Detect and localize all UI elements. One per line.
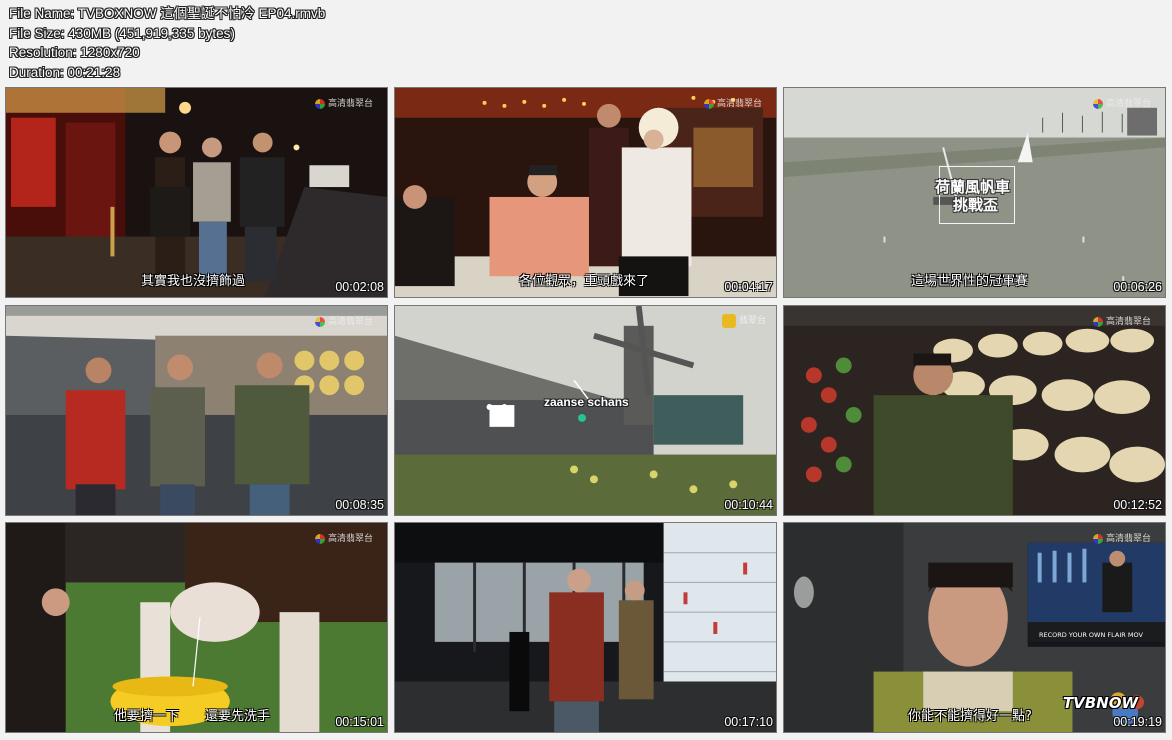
thumbnail-9[interactable]: RECORD YOUR OWN FLAIR MOV 高清翡翠台 TVBNOW 你… [783, 522, 1166, 733]
subtitle-text: 其實我也沒擠飾過 [141, 274, 246, 289]
thumbnail-6[interactable]: 高清翡翠台 00:12:52 [783, 305, 1166, 516]
scene-wooden-clogs [784, 306, 1165, 515]
subtitle-text: 這場世界性的冠軍賽 [911, 274, 1029, 289]
scene-milking-cow [6, 523, 387, 732]
channel-logo: 高清翡翠台 [314, 531, 373, 544]
timestamp-label: 00:10:44 [724, 498, 773, 512]
thumbnail-3[interactable]: 荷蘭風帆車 挑戰盃 高清翡翠台 這場世界性的冠軍賽 00:06:26 [783, 87, 1166, 298]
timestamp-label: 00:04:17 [724, 280, 773, 294]
scene-restaurant [395, 88, 776, 297]
thumbnail-1[interactable]: 高清翡翠台 其實我也沒擠飾過 00:02:08 [5, 87, 388, 298]
scene-street-night [6, 88, 387, 297]
file-info-block: File Name: TVBOXNOW 這個聖誕不怕冷 EP04.rmvb Fi… [9, 4, 325, 82]
tvb-logo-icon [314, 98, 325, 109]
resolution-label: Resolution: 1280x720 [9, 45, 140, 60]
scene-windmill [395, 306, 776, 515]
thumbnail-2[interactable]: 高清翡翠台 各位觀眾，重頭戲來了 00:04:17 [394, 87, 777, 298]
channel-logo: 高清翡翠台 [1092, 314, 1151, 327]
tvbnow-watermark: TVBNOW [1062, 694, 1138, 712]
thumbnail-8[interactable]: 00:17:10 [394, 522, 777, 733]
channel-logo: 高清翡翠台 [314, 96, 373, 109]
tvb-logo-icon [314, 533, 325, 544]
file-size-label: File Size: 430MB (451,919,335 bytes) [9, 25, 235, 41]
tvb-logo-icon [1092, 98, 1103, 109]
scene-bar-interior [395, 523, 776, 732]
tvb-logo-icon [314, 316, 325, 327]
timestamp-label: 00:12:52 [1113, 498, 1162, 512]
channel-logo: 高清翡翠台 [314, 314, 373, 327]
timestamp-label: 00:08:35 [335, 498, 384, 512]
channel-logo: 高清翡翠台 [1092, 531, 1151, 544]
timestamp-label: 00:02:08 [335, 280, 384, 294]
tvb-logo-icon [1092, 533, 1103, 544]
thumbnail-7[interactable]: 高清翡翠台 他要擠一下 還要先洗手 00:15:01 [5, 522, 388, 733]
timestamp-label: 00:19:19 [1113, 715, 1162, 729]
thumbnail-4[interactable]: 高清翡翠台 00:08:35 [5, 305, 388, 516]
tvb-logo-icon [1092, 316, 1103, 327]
event-title-line-2: 挑戰盃 [953, 196, 999, 214]
file-name-label: File Name: TVBOXNOW 這個聖誕不怕冷 EP04.rmvb [9, 6, 326, 21]
screen-text: RECORD YOUR OWN FLAIR MOV [1039, 631, 1143, 639]
scene-market-stall [6, 306, 387, 515]
subtitle-text: 他要擠一下 還要先洗手 [114, 709, 271, 724]
timestamp-label: 00:06:26 [1113, 280, 1162, 294]
subtitle-text: 你能不能擠得好一點? [908, 709, 1032, 724]
thumbnail-5[interactable]: 翡翠台 zaanse schans 00:10:44 [394, 305, 777, 516]
channel-logo: 高清翡翠台 [1092, 96, 1151, 109]
tvb-logo-icon [703, 98, 714, 109]
timestamp-label: 00:15:01 [335, 715, 384, 729]
subtitle-text: 各位觀眾，重頭戲來了 [519, 274, 650, 289]
channel-logo: 翡翠台 [721, 313, 766, 328]
tvb-pearl-logo-icon [721, 313, 736, 328]
place-label: zaanse schans [544, 395, 629, 409]
timestamp-label: 00:17:10 [724, 715, 773, 729]
duration-label: Duration: 00:21:28 [9, 64, 121, 80]
channel-logo: 高清翡翠台 [703, 96, 762, 109]
